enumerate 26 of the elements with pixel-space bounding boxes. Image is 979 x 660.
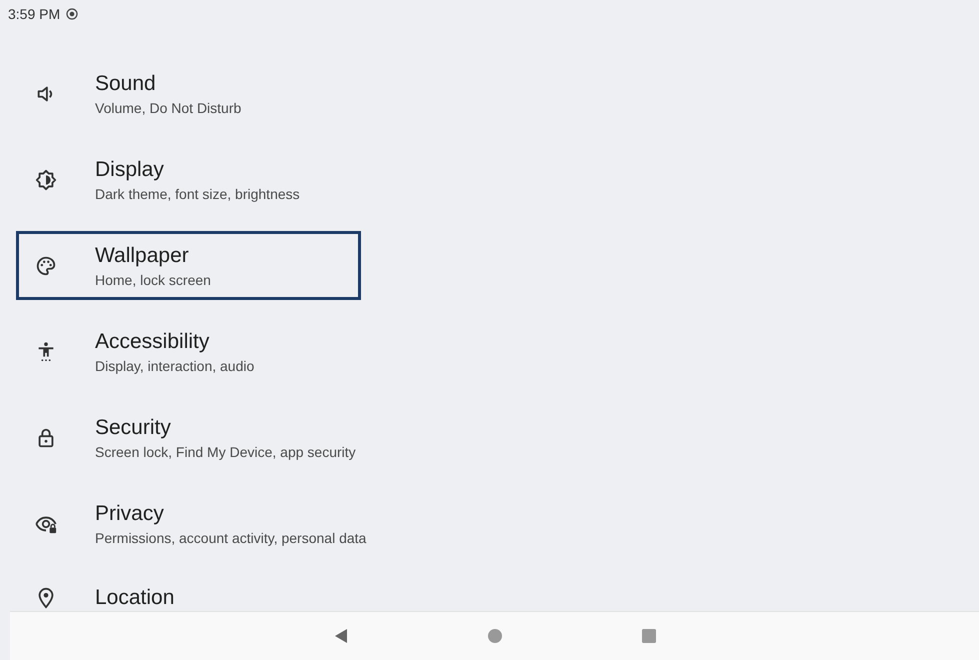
settings-item[interactable]: Display Dark theme, font size, brightness (16, 145, 361, 214)
setting-title: Display (95, 158, 165, 182)
setting-title: Privacy (95, 502, 165, 526)
settings-item[interactable]: Sound Volume, Do Not Disturb (16, 59, 361, 128)
setting-title: Sound (95, 72, 157, 96)
brightness-icon (35, 168, 57, 190)
setting-title: Security (95, 416, 172, 440)
settings-item[interactable]: Accessibility Display, interaction, audio (16, 317, 361, 386)
setting-summary: Dark theme, font size, brightness (95, 186, 300, 202)
record-icon (66, 8, 78, 20)
setting-title: Wallpaper (95, 244, 190, 268)
setting-title: Location (95, 586, 174, 610)
setting-summary: Display, interaction, audio (95, 358, 254, 374)
recents-icon[interactable] (640, 627, 658, 645)
setting-summary: Permissions, account activity, personal data (95, 530, 366, 546)
setting-summary: Screen lock, Find My Device, app security (95, 444, 356, 460)
settings-item[interactable]: Location (16, 575, 361, 611)
setting-summary: Home, lock screen (95, 272, 211, 288)
setting-title: Accessibility (95, 330, 210, 354)
settings-item[interactable]: Privacy Permissions, account activity, personal data (16, 489, 382, 558)
settings-item[interactable]: Security Screen lock, Find My Device, app security (16, 403, 371, 472)
home-icon[interactable] (486, 627, 504, 645)
palette-icon (35, 254, 57, 276)
setting-summary: Volume, Do Not Disturb (95, 100, 242, 116)
settings-item[interactable]: Wallpaper Home, lock screen (16, 231, 361, 300)
status-time: 3:59 PM (8, 6, 60, 22)
